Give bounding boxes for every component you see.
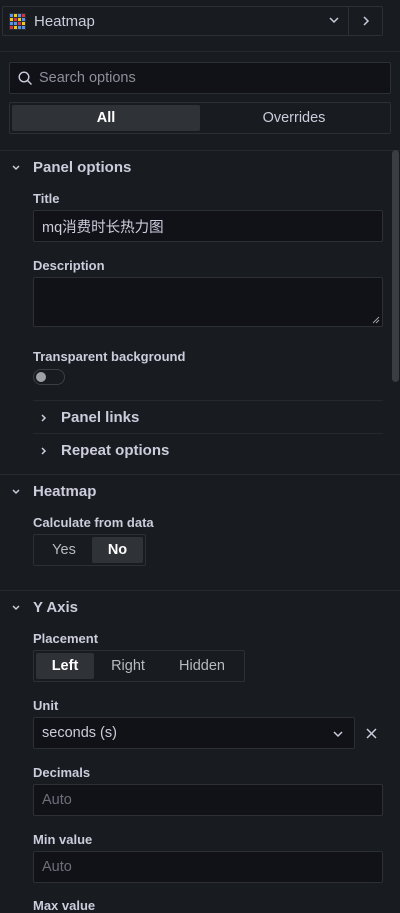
calculate-no[interactable]: No bbox=[92, 537, 143, 563]
unit-select[interactable]: seconds (s) bbox=[33, 717, 355, 749]
calculate-yes[interactable]: Yes bbox=[36, 537, 92, 563]
heatmap-icon bbox=[9, 12, 26, 30]
tab-overrides[interactable]: Overrides bbox=[200, 105, 388, 131]
resize-grip-icon[interactable] bbox=[372, 316, 380, 324]
section-title: Y Axis bbox=[33, 599, 79, 616]
chevron-down-icon bbox=[12, 164, 20, 170]
decimals-label: Decimals bbox=[33, 765, 91, 780]
chevron-right-icon bbox=[41, 413, 47, 422]
scrollbar[interactable] bbox=[392, 150, 399, 382]
section-divider bbox=[0, 150, 400, 151]
repeat-options-header[interactable]: Repeat options bbox=[37, 442, 169, 459]
placement-hidden[interactable]: Hidden bbox=[162, 653, 242, 679]
placement-left[interactable]: Left bbox=[36, 653, 94, 679]
decimals-input[interactable]: Auto bbox=[33, 784, 383, 816]
calculate-radio-group: Yes No bbox=[33, 534, 146, 566]
title-input[interactable]: mq消费时长热力图 bbox=[33, 210, 383, 242]
section-heatmap[interactable]: Heatmap bbox=[9, 483, 96, 500]
section-divider bbox=[0, 474, 400, 475]
min-value-input[interactable]: Auto bbox=[33, 851, 383, 883]
chevron-down-icon bbox=[329, 17, 339, 24]
unit-value: seconds (s) bbox=[42, 725, 117, 741]
options-header: Heatmap bbox=[0, 0, 400, 52]
chevron-right-icon bbox=[41, 446, 47, 455]
search-input[interactable] bbox=[39, 70, 379, 86]
search-options-field[interactable] bbox=[9, 62, 391, 94]
divider bbox=[33, 400, 383, 401]
panel-links-label: Panel links bbox=[61, 409, 140, 426]
placement-right[interactable]: Right bbox=[94, 653, 162, 679]
clear-unit-button[interactable] bbox=[363, 724, 379, 742]
description-textarea[interactable] bbox=[33, 277, 383, 327]
toggle-knob bbox=[36, 372, 46, 382]
section-divider bbox=[0, 590, 400, 591]
options-tabs: All Overrides bbox=[9, 102, 391, 134]
repeat-options-label: Repeat options bbox=[61, 442, 170, 459]
close-icon bbox=[365, 727, 377, 739]
section-y-axis[interactable]: Y Axis bbox=[9, 599, 78, 616]
transparent-toggle[interactable] bbox=[33, 369, 65, 385]
placement-label: Placement bbox=[33, 631, 99, 646]
unit-label: Unit bbox=[33, 698, 59, 713]
section-title: Heatmap bbox=[33, 483, 97, 500]
divider bbox=[33, 433, 383, 434]
transparent-label: Transparent background bbox=[33, 349, 186, 364]
collapse-options-button[interactable] bbox=[348, 6, 383, 36]
calculate-label: Calculate from data bbox=[33, 515, 154, 530]
section-panel-options[interactable]: Panel options bbox=[9, 159, 131, 176]
panel-links-header[interactable]: Panel links bbox=[37, 409, 139, 426]
min-value-label: Min value bbox=[33, 832, 93, 847]
visualization-name: Heatmap bbox=[34, 12, 95, 30]
chevron-down-icon bbox=[12, 604, 20, 610]
visualization-picker[interactable]: Heatmap bbox=[2, 6, 348, 36]
title-label: Title bbox=[33, 191, 60, 206]
tab-all[interactable]: All bbox=[12, 105, 200, 131]
chevron-down-icon bbox=[12, 488, 20, 494]
section-title: Panel options bbox=[33, 159, 132, 176]
chevron-down-icon bbox=[333, 731, 343, 738]
chevron-right-icon bbox=[362, 16, 369, 26]
placement-radio-group: Left Right Hidden bbox=[33, 650, 245, 682]
description-label: Description bbox=[33, 258, 105, 273]
search-icon bbox=[18, 70, 32, 85]
